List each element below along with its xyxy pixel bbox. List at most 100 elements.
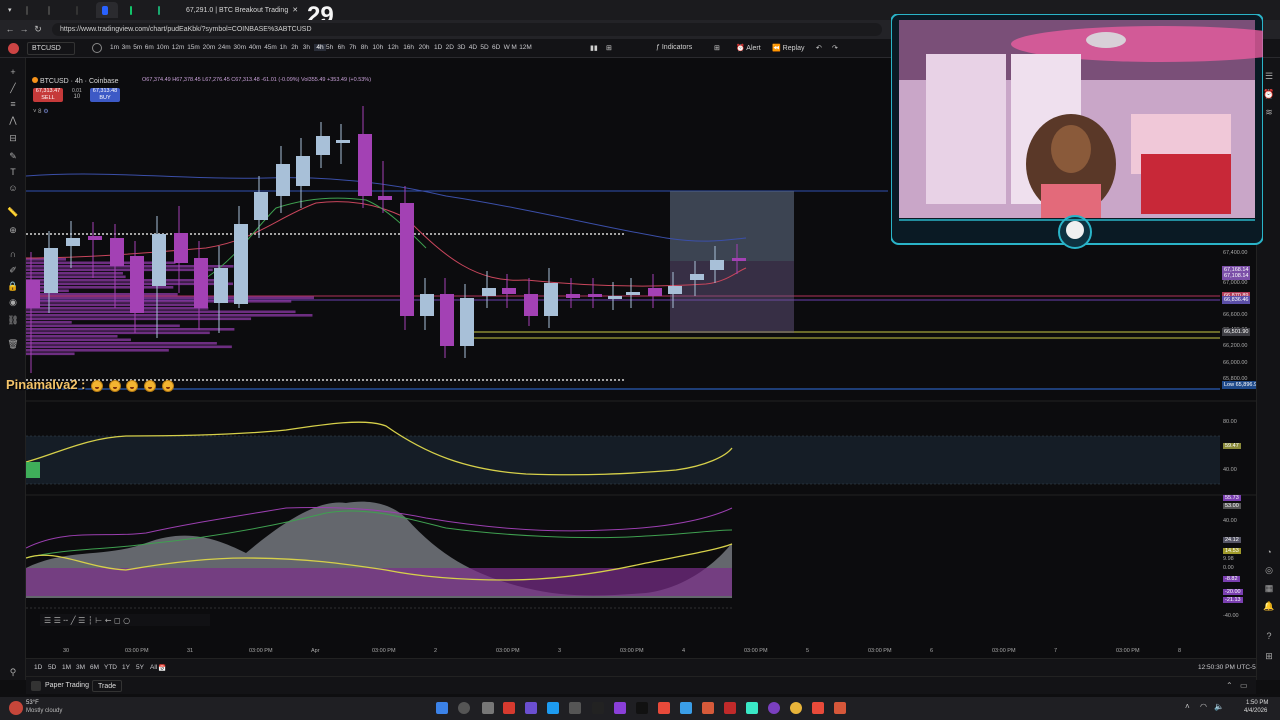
range-1y[interactable]: 1Y [122,664,130,671]
spread-box[interactable]: 0.01 10 [72,88,82,100]
maximize-icon[interactable]: ▭ [1240,681,1248,690]
timeframe-20m[interactable]: 20m [203,44,216,51]
range-1d[interactable]: 1D [34,664,42,671]
app-icon[interactable] [614,702,626,714]
app-icon[interactable] [834,702,846,714]
alerts-icon[interactable]: ⏰ [1263,88,1275,100]
youtube-icon[interactable] [503,702,515,714]
app-icon[interactable] [768,702,780,714]
timeframe-15m[interactable]: 15m [187,44,200,51]
calendar-range-icon[interactable]: 📅 [158,664,166,672]
symbol-legend[interactable]: BTCUSD · 4h · Coinbase [32,77,119,85]
stay-drawing-icon[interactable]: ✐ [7,264,19,276]
app-icon[interactable] [569,702,581,714]
range-5d[interactable]: 5D [48,664,56,671]
timeframe-5m[interactable]: 5m [133,44,142,51]
bar-style-icon[interactable]: ▮▮ [590,44,598,52]
brush-icon[interactable]: ✎ [7,150,19,162]
paper-trading-tab[interactable]: Paper Trading [45,682,89,689]
indicators-toggle[interactable]: ˅ 8 ⚙ [33,108,49,115]
trash-icon[interactable]: 🗑 [7,338,19,350]
layers-icon[interactable]: ≋ [1263,106,1275,118]
tab-6[interactable] [152,2,170,18]
text-icon[interactable]: T [7,166,19,178]
stop-zone[interactable] [670,261,794,333]
help-icon[interactable]: ? [1263,630,1275,642]
browser-icon[interactable] [547,702,559,714]
chrome-icon[interactable] [790,702,802,714]
tab-4[interactable] [96,2,118,18]
reload-icon[interactable]: ↻ [32,23,44,35]
forward-icon[interactable]: → [18,23,30,35]
emoji-icon[interactable]: ☺ [7,182,19,194]
timeframe-2D[interactable]: 2D [446,44,454,51]
timeframe-6m[interactable]: 6m [145,44,154,51]
timeframe-1m[interactable]: 1m [110,44,119,51]
indicators-button[interactable]: ƒ Indicators [656,44,692,51]
cursor-icon[interactable]: + [7,66,19,78]
timeframe-6D[interactable]: 6D [492,44,500,51]
sell-button[interactable]: 67,313.47 SELL [33,88,63,102]
tab-1[interactable] [20,2,38,18]
timeframe-5h[interactable]: 5h [326,44,333,51]
timeframe-3h[interactable]: 3h [303,44,310,51]
trendline-icon[interactable]: ╱ [7,82,19,94]
weather-icon[interactable] [9,701,23,715]
pattern-icon[interactable]: ⋀ [7,114,19,126]
templates-icon[interactable]: ⊞ [714,44,720,52]
timeframe-4D[interactable]: 4D [469,44,477,51]
timeframe-12m[interactable]: 12m [172,44,185,51]
range-1m[interactable]: 1M [62,664,71,671]
x-icon[interactable] [592,702,604,714]
timeframe-40m[interactable]: 40m [249,44,262,51]
timeframe-12h[interactable]: 12h [388,44,399,51]
ruler-icon[interactable]: 📏 [7,206,19,218]
tab-2[interactable] [42,2,60,18]
notifications-icon[interactable]: 🔔 [1263,600,1275,612]
range-3m[interactable]: 3M [76,664,85,671]
timeframe-6h[interactable]: 6h [338,44,345,51]
timeframe-12M[interactable]: 12M [519,44,532,51]
timeframe-1D[interactable]: 1D [434,44,442,51]
timeframe-8h[interactable]: 8h [361,44,368,51]
timeframe-20h[interactable]: 20h [419,44,430,51]
timeframe-10m[interactable]: 10m [156,44,169,51]
search-icon[interactable] [458,702,470,714]
watchlist-icon[interactable]: ☰ [1263,70,1275,82]
timeframe-W[interactable]: W [504,44,510,51]
close-tab-icon[interactable]: ✕ [292,6,298,14]
timezone-clock[interactable]: 12:50:30 PM UTC-5 [1198,664,1256,671]
layout-icon[interactable]: ⊞ [606,44,612,52]
eye-icon[interactable]: ◉ [7,296,19,308]
tab-5[interactable] [124,2,142,18]
redo-icon[interactable]: ↷ [832,44,838,52]
tray-chevron-icon[interactable]: ˄ [1185,702,1190,711]
undo-icon[interactable]: ↶ [816,44,822,52]
volume-icon[interactable]: 🔈 [1214,702,1224,711]
timeframe-30m[interactable]: 30m [233,44,246,51]
add-symbol-icon[interactable] [92,43,102,53]
timeframe-7h[interactable]: 7h [349,44,356,51]
app-icon[interactable] [724,702,736,714]
drawing-mini-toolbar[interactable]: ☰ ☰ ╌ ╱ ☰ ┆ ⊢ ← ◻ ○ [40,614,210,626]
apps-icon[interactable]: ⊞ [1263,650,1275,662]
app-icon[interactable] [680,702,692,714]
wifi-icon[interactable]: ◠ [1200,702,1207,711]
target-icon[interactable]: ◎ [1263,564,1275,576]
tradingview-taskbar-icon[interactable] [702,702,714,714]
collapse-icon[interactable]: ⌃ [1226,681,1233,690]
app-icon[interactable] [812,702,824,714]
app-icon[interactable] [658,702,670,714]
range-5y[interactable]: 5Y [136,664,144,671]
tab-btc-breakout[interactable]: 67,291.0 | BTC Breakout Trading ✕ [176,2,300,18]
url-field[interactable]: https://www.tradingview.com/chart/pudEaK… [52,23,882,36]
timeframe-3m[interactable]: 3m [122,44,131,51]
clock-icon[interactable]: ◔ [1263,546,1275,558]
tab-3[interactable] [70,2,88,18]
clock-time[interactable]: 1:50 PM [1246,700,1268,706]
timeframe-45m[interactable]: 45m [264,44,277,51]
timeframe-24m[interactable]: 24m [218,44,231,51]
clock-date[interactable]: 4/4/2026 [1244,708,1267,714]
back-icon[interactable]: ← [4,23,16,35]
trade-button[interactable]: Trade [92,680,123,692]
